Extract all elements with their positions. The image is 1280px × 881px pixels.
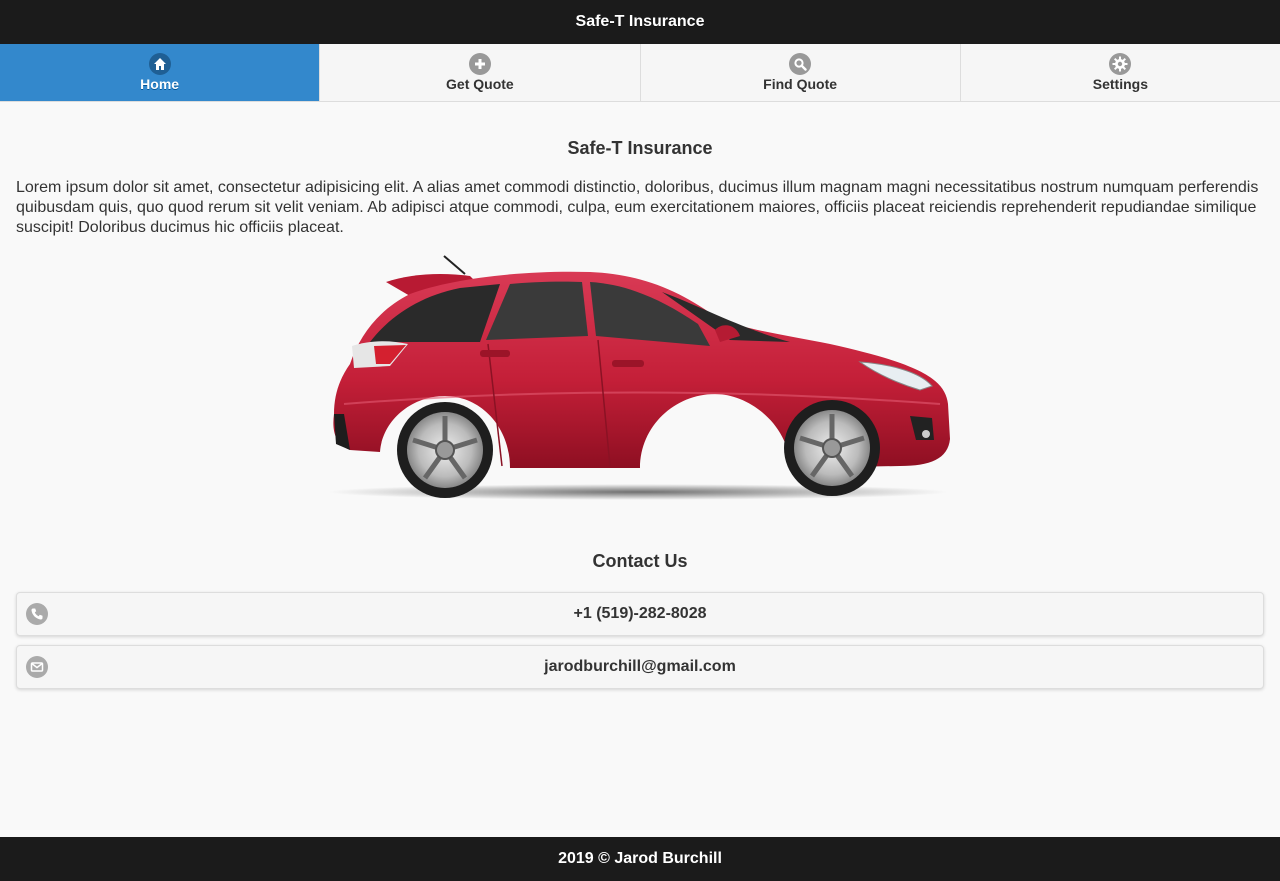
tab-settings-label: Settings bbox=[1092, 76, 1148, 92]
tab-home-label: Home bbox=[140, 76, 180, 92]
page-title: Safe-T Insurance bbox=[567, 138, 713, 158]
tab-get-quote-label: Get Quote bbox=[446, 76, 514, 92]
app-header: Safe-T Insurance bbox=[0, 0, 1280, 44]
home-icon bbox=[148, 53, 171, 75]
main-content: Safe-T Insurance Lorem ipsum dolor sit a… bbox=[16, 102, 1264, 689]
phone-icon bbox=[26, 603, 48, 625]
tab-find-quote[interactable]: Find Quote bbox=[639, 44, 960, 101]
phone-number: +1 (519)-282-8028 bbox=[573, 605, 707, 622]
email-address: jarodburchill@gmail.com bbox=[544, 658, 736, 675]
footer-text: 2019 © Jarod Burchill bbox=[558, 850, 722, 867]
tab-get-quote[interactable]: Get Quote bbox=[319, 44, 640, 101]
plus-icon bbox=[468, 53, 491, 75]
header-title: Safe-T Insurance bbox=[575, 13, 705, 30]
car-image bbox=[16, 254, 1264, 514]
mail-icon bbox=[26, 656, 48, 678]
email-button[interactable]: jarodburchill@gmail.com bbox=[16, 645, 1264, 689]
gear-icon bbox=[1109, 53, 1132, 75]
contact-title: Contact Us bbox=[592, 551, 688, 571]
tab-settings[interactable]: Settings bbox=[959, 44, 1280, 101]
app-footer: 2019 © Jarod Burchill bbox=[0, 837, 1280, 881]
phone-button[interactable]: +1 (519)-282-8028 bbox=[16, 592, 1264, 636]
tab-find-quote-label: Find Quote bbox=[763, 76, 838, 92]
navbar: Home Get Quote Find Quote Settings bbox=[0, 44, 1280, 102]
intro-paragraph: Lorem ipsum dolor sit amet, consectetur … bbox=[16, 179, 1259, 236]
tab-home[interactable]: Home bbox=[0, 44, 320, 101]
search-icon bbox=[789, 53, 812, 75]
